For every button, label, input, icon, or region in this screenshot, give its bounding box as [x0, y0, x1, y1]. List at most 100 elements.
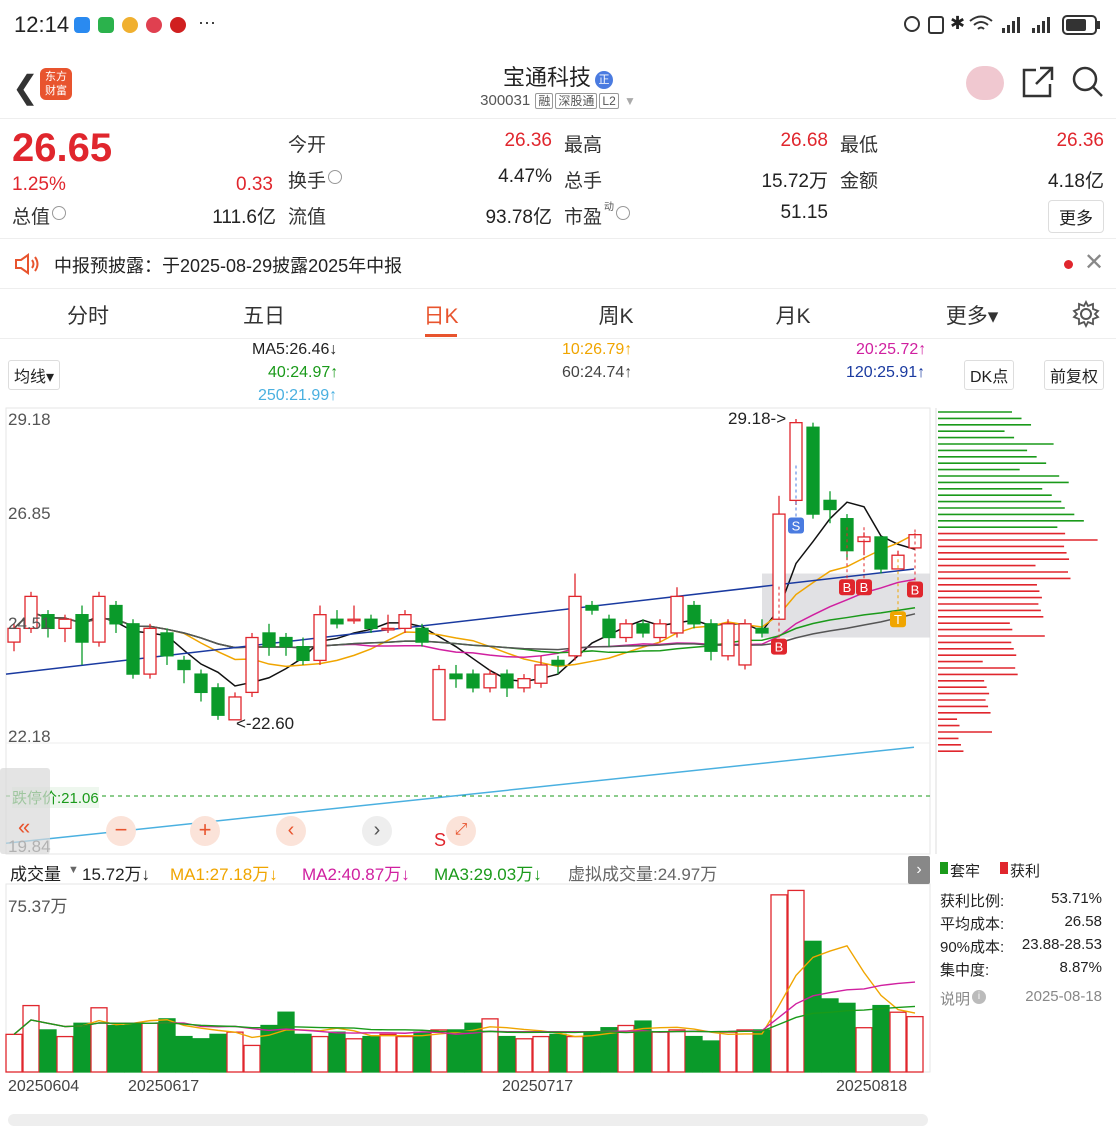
scroll-left-panel[interactable]: [0, 768, 50, 854]
vol-ma2: MA2:40.87万↓: [302, 865, 410, 884]
candle-body: [449, 673, 463, 680]
fast-back-icon[interactable]: «: [18, 814, 30, 840]
vol-ma3: MA3:29.03万↓: [434, 865, 542, 884]
volume-bar: [906, 1015, 924, 1073]
chip-label-90: 90%成本:: [940, 939, 1005, 956]
high-marker: 29.18->: [728, 409, 787, 428]
chip-note-date: 2025-08-18: [1025, 988, 1102, 1005]
volume-bar: [124, 1022, 142, 1073]
volume-bar: [277, 1011, 295, 1073]
chip-label-cost: 平均成本:: [940, 916, 1005, 933]
candle-body: [347, 618, 361, 622]
volume-dropdown-icon[interactable]: ▼: [68, 864, 79, 876]
volume-bar: [107, 1024, 125, 1073]
chip-value-conc: 8.87%: [1059, 959, 1102, 976]
candle-body: [177, 659, 191, 671]
volume-max-label: 75.37万: [8, 897, 68, 916]
volume-bar: [770, 894, 788, 1073]
candle-body: [806, 426, 820, 515]
candle-body: [398, 614, 412, 630]
signal-badge-text: B: [843, 580, 852, 595]
y-label-3: 24.51: [8, 614, 51, 633]
expand-panel-icon[interactable]: ›: [908, 856, 930, 884]
volume-bar: [532, 1035, 550, 1073]
candle-body: [721, 623, 735, 657]
candle-body: [160, 632, 174, 657]
candle-body: [126, 623, 140, 675]
legend-hold: 套牢: [950, 863, 981, 880]
volume-bar: [804, 940, 822, 1073]
volume-bar: [566, 1035, 584, 1073]
signal-s-label: S: [434, 830, 447, 850]
volume-bar: [56, 1035, 74, 1073]
date-label-4: 20250818: [836, 1078, 908, 1095]
signal-badge-text: B: [860, 580, 869, 595]
candle-body: [619, 623, 633, 639]
chip-value-cost: 26.58: [1064, 913, 1102, 930]
signal-badge-text: T: [894, 612, 902, 627]
candle-body: [534, 664, 548, 684]
candle-body: [483, 673, 497, 689]
volume-bar: [787, 889, 805, 1073]
volume-bar: [311, 1035, 329, 1073]
candle-body: [585, 604, 599, 611]
zoom-in-button[interactable]: +: [190, 816, 220, 846]
volume-bar: [736, 1029, 754, 1073]
volume-bar: [430, 1029, 448, 1073]
y-label-2: 26.85: [8, 504, 51, 523]
prev-button[interactable]: ‹: [276, 816, 306, 846]
zoom-out-button[interactable]: −: [106, 816, 136, 846]
volume-bar: [702, 1040, 720, 1073]
volume-indicator-label[interactable]: 成交量: [10, 860, 61, 885]
candle-body: [755, 627, 769, 634]
volume-value-label: 15.72万↓: [82, 865, 151, 884]
candle-body: [823, 499, 837, 511]
signal-badge-text: S: [792, 519, 801, 534]
volume-bar: [260, 1024, 278, 1073]
next-button[interactable]: ›: [362, 816, 392, 846]
volume-bar: [73, 1022, 91, 1073]
volume-bar: [294, 1033, 312, 1073]
volume-bar: [413, 1031, 431, 1073]
volume-bar: [39, 1029, 57, 1073]
date-label-2: 20250617: [128, 1078, 200, 1095]
volume-bar: [872, 1004, 890, 1073]
chip-label-conc: 集中度:: [940, 962, 990, 979]
volume-bar: [447, 1029, 465, 1073]
y-label-4: 22.18: [8, 727, 51, 746]
volume-bar: [498, 1035, 516, 1073]
volume-bar: [192, 1038, 210, 1073]
volume-bar: [668, 1029, 686, 1073]
candle-body: [313, 614, 327, 662]
legend-profit: 获利: [1010, 863, 1041, 880]
candle-body: [296, 646, 310, 662]
virtual-volume: 虚拟成交量:24.97万: [568, 865, 718, 884]
volume-bar: [549, 1033, 567, 1073]
candle-body: [364, 618, 378, 630]
volume-bar: [209, 1033, 227, 1073]
horizontal-scrollbar[interactable]: [8, 1114, 928, 1126]
volume-bar: [838, 1002, 856, 1073]
volume-bar: [226, 1031, 244, 1073]
info-icon-4[interactable]: i: [972, 990, 986, 1004]
vol-ma1: MA1:27.18万↓: [170, 865, 278, 884]
candle-body: [874, 536, 888, 570]
volume-bar: [379, 1033, 397, 1073]
legend-profit-swatch: [1000, 862, 1008, 874]
volume-bar: [821, 998, 839, 1073]
volume-bar: [243, 1044, 261, 1073]
volume-bar: [685, 1035, 703, 1073]
volume-bar: [719, 1031, 737, 1073]
candle-body: [279, 636, 293, 648]
chip-value-90: 23.88-28.53: [1021, 936, 1102, 953]
candle-body: [636, 623, 650, 634]
volume-bar: [328, 1031, 346, 1073]
volume-bar: [855, 1027, 873, 1073]
candle-body: [789, 422, 803, 502]
candle-body: [568, 595, 582, 657]
volume-bar: [90, 1007, 108, 1073]
candle-body: [262, 632, 276, 648]
chip-label-profit: 获利比例:: [940, 893, 1005, 910]
fullscreen-icon[interactable]: ⤢: [446, 816, 476, 846]
chip-note-label[interactable]: 说明: [940, 988, 970, 1009]
